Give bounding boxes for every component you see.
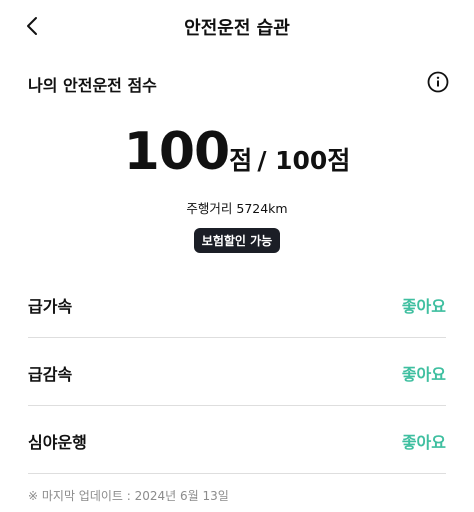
page-title: 안전운전 습관 (184, 18, 290, 39)
last-update-note: ※ 마지막 업데이트 : 2024년 6월 13일 (28, 489, 229, 503)
habit-row-rapid-deceleration[interactable]: 급감속 좋아요 (28, 338, 446, 406)
habit-status: 좋아요 (401, 365, 446, 384)
score-total: / 100점 (257, 146, 351, 175)
habit-label: 심야운행 (28, 433, 87, 452)
insurance-discount-badge: 보험할인 가능 (193, 228, 281, 253)
badge-wrap: 보험할인 가능 (0, 228, 474, 253)
score-unit: 점 (229, 146, 253, 175)
info-circle-icon (427, 71, 449, 93)
habit-label: 급가속 (28, 297, 73, 316)
score-header: 나의 안전운전 점수 (28, 70, 450, 96)
score-value: 100 (123, 122, 231, 182)
safe-driving-page: 안전운전 습관 나의 안전운전 점수 100점 / 100점 주행거리 5724… (0, 0, 474, 512)
habit-row-rapid-acceleration[interactable]: 급가속 좋아요 (28, 270, 446, 338)
header: 안전운전 습관 (0, 0, 474, 52)
score-display: 100점 / 100점 (0, 122, 474, 182)
driving-distance: 주행거리 5724km (186, 201, 288, 216)
habit-status: 좋아요 (401, 433, 446, 452)
habit-status: 좋아요 (401, 297, 446, 316)
habit-label: 급감속 (28, 365, 73, 384)
habit-row-night-driving[interactable]: 심야운행 좋아요 (28, 406, 446, 474)
score-title: 나의 안전운전 점수 (28, 76, 157, 95)
habit-list: 급가속 좋아요 급감속 좋아요 심야운행 좋아요 (28, 270, 446, 474)
info-button[interactable] (426, 70, 450, 94)
